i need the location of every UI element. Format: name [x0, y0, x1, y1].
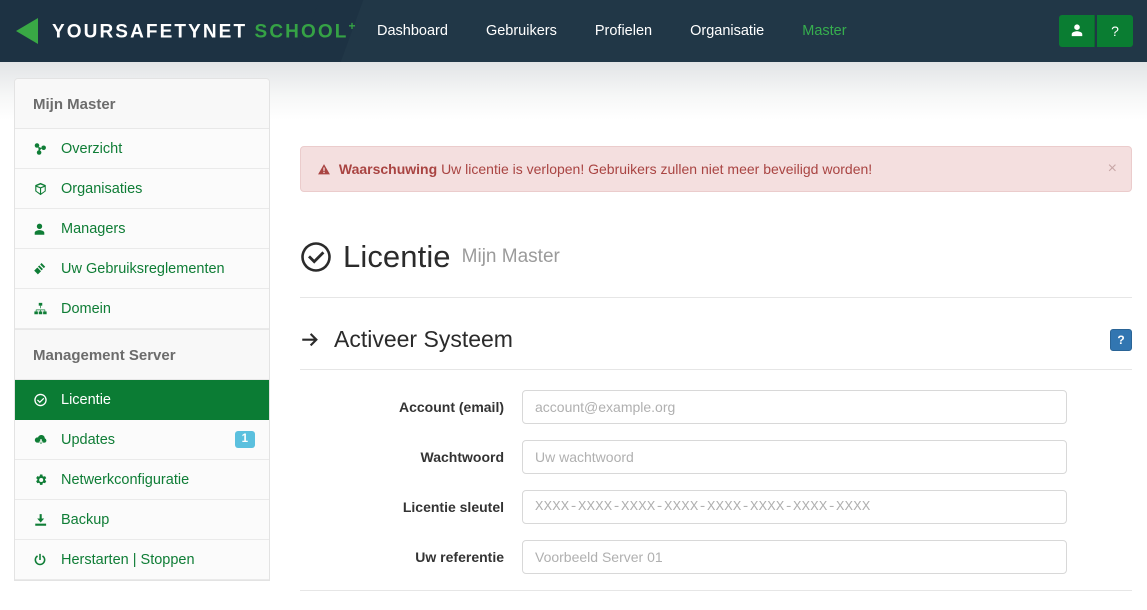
nav-item-dashboard[interactable]: Dashboard: [358, 0, 467, 62]
arrow-right-icon: [300, 330, 322, 350]
sidebar-section-heading-mijn-master: Mijn Master: [15, 79, 269, 129]
sidebar-item-label: Domein: [61, 300, 111, 317]
navbar-right-actions: ?: [1059, 15, 1147, 47]
license-key-input[interactable]: [522, 490, 1067, 525]
sitemap-icon: [33, 142, 53, 156]
cloud-download-icon: [33, 433, 53, 447]
user-account-button[interactable]: [1059, 15, 1095, 47]
section-help-button[interactable]: ?: [1110, 328, 1132, 351]
gavel-icon: [33, 262, 53, 276]
main-navigation: Dashboard Gebruikers Profielen Organisat…: [358, 0, 866, 62]
brand-logo-area[interactable]: YOURSAFETYNET SCHOOL+: [0, 0, 355, 62]
sidebar-item-label: Organisaties: [61, 180, 143, 197]
password-input[interactable]: [522, 440, 1067, 475]
label-licentie-sleutel: Licentie sleutel: [402, 499, 504, 516]
cube-icon: [33, 182, 53, 196]
user-icon: [1070, 23, 1084, 40]
sidebar-item-label: Overzicht: [61, 140, 123, 157]
form-row-licentie-sleutel: Licentie sleutel: [300, 490, 1132, 525]
form-row-uw-referentie: Uw referentie: [300, 540, 1132, 575]
sidebar-item-herstarten-stoppen[interactable]: Herstarten | Stoppen: [15, 540, 269, 580]
alert-message: Uw licentie is verlopen! Gebruikers zull…: [441, 161, 873, 177]
help-button[interactable]: ?: [1097, 15, 1133, 47]
form-row-account: Account (email): [300, 390, 1132, 425]
sidebar-item-label: Netwerkconfiguratie: [61, 471, 190, 488]
label-wachtwoord: Wachtwoord: [420, 449, 504, 466]
activate-system-form: Account (email) Wachtwoord Licentie sleu…: [300, 390, 1132, 610]
hierarchy-icon: [33, 302, 53, 316]
sidebar-item-updates[interactable]: Updates 1: [15, 420, 269, 460]
form-row-wachtwoord: Wachtwoord: [300, 440, 1132, 475]
section-title: Activeer Systeem: [334, 326, 513, 353]
sidebar-item-label: Updates: [61, 431, 116, 448]
label-uw-referentie: Uw referentie: [415, 549, 504, 566]
sidebar-item-managers[interactable]: Managers: [15, 209, 269, 249]
sidebar-item-label: Licentie: [61, 391, 111, 408]
brand-text: YOURSAFETYNET SCHOOL+: [52, 19, 358, 43]
sidebar-item-backup[interactable]: Backup: [15, 500, 269, 540]
download-icon: [33, 513, 53, 527]
check-circle-icon: [33, 393, 53, 407]
power-icon: [33, 553, 53, 567]
main-content: Waarschuwing Uw licentie is verlopen! Ge…: [300, 62, 1132, 610]
sidebar-item-label: Uw Gebruiksreglementen: [61, 260, 225, 277]
sidebar-item-label: Backup: [61, 511, 110, 528]
license-expired-alert: Waarschuwing Uw licentie is verlopen! Ge…: [300, 146, 1132, 193]
warning-triangle-icon: [317, 161, 335, 177]
page-body: Mijn Master Overzicht Organisaties Manag…: [0, 62, 1147, 610]
check-circle-icon: [300, 241, 332, 273]
sidebar: Mijn Master Overzicht Organisaties Manag…: [14, 78, 270, 581]
sidebar-badge-updates: 1: [234, 430, 255, 449]
alert-strong-text: Waarschuwing: [338, 161, 438, 177]
page-title: Licentie Mijn Master: [300, 239, 1132, 299]
brand-name-sub: SCHOOL: [254, 21, 349, 43]
nav-item-master[interactable]: Master: [783, 0, 865, 62]
sidebar-item-organisaties[interactable]: Organisaties: [15, 169, 269, 209]
sidebar-item-overzicht[interactable]: Overzicht: [15, 129, 269, 169]
page-title-text: Licentie: [343, 239, 451, 275]
sidebar-item-licentie[interactable]: Licentie: [15, 380, 269, 420]
close-icon[interactable]: ×: [1106, 159, 1119, 179]
user-icon: [33, 222, 53, 236]
brand-name-plus: +: [348, 18, 358, 33]
logo-triangle-icon: [16, 18, 38, 44]
sidebar-section-heading-management-server: Management Server: [15, 329, 269, 380]
nav-item-organisatie[interactable]: Organisatie: [671, 0, 783, 62]
nav-item-gebruikers[interactable]: Gebruikers: [467, 0, 576, 62]
label-account-email: Account (email): [398, 399, 504, 416]
nav-item-profielen[interactable]: Profielen: [576, 0, 671, 62]
page-title-subtitle: Mijn Master: [461, 246, 560, 268]
reference-input[interactable]: [522, 540, 1067, 575]
sidebar-item-uw-gebruiksreglementen[interactable]: Uw Gebruiksreglementen: [15, 249, 269, 289]
sidebar-item-label: Managers: [61, 220, 126, 237]
brand-name-main: YOURSAFETYNET: [52, 21, 248, 43]
gear-icon: [33, 473, 53, 487]
sidebar-item-label: Herstarten | Stoppen: [61, 551, 195, 568]
account-email-input[interactable]: [522, 390, 1067, 425]
form-divider: [300, 590, 1132, 592]
sidebar-item-netwerkconfiguratie[interactable]: Netwerkconfiguratie: [15, 460, 269, 500]
top-navbar: YOURSAFETYNET SCHOOL+ Dashboard Gebruike…: [0, 0, 1147, 62]
sidebar-item-domein[interactable]: Domein: [15, 289, 269, 329]
section-header: Activeer Systeem ?: [300, 326, 1132, 371]
